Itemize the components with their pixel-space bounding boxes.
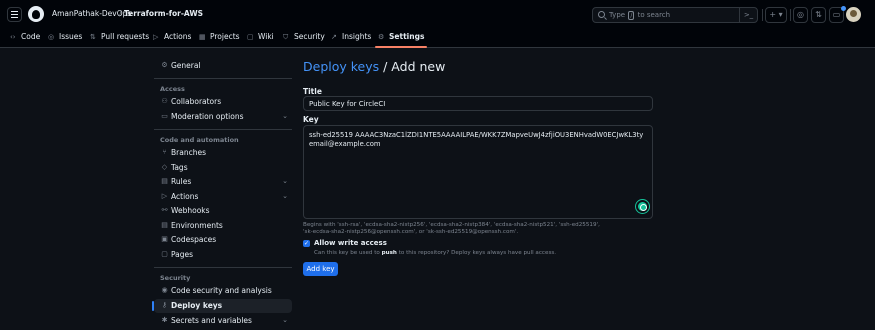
search-placeholder: Type / to search xyxy=(609,11,671,20)
chevron-down-icon: ⌄ xyxy=(282,177,288,185)
write-access-help: Can this key be used to push to this rep… xyxy=(314,250,557,256)
table-icon: ▦ xyxy=(199,33,206,41)
title-label: Title xyxy=(303,87,322,96)
graph-icon: ↗ xyxy=(331,33,337,41)
sidebar-item-general[interactable]: ⚙ General xyxy=(154,59,292,73)
tab-security[interactable]: ⛉ Security xyxy=(283,32,325,47)
tab-issues[interactable]: ◎ Issues xyxy=(48,32,82,47)
git-pull-request-icon[interactable]: ⇅ xyxy=(811,7,826,23)
search-input[interactable]: Type / to search >_ xyxy=(592,7,758,23)
key-textarea[interactable]: ssh-ed25519 AAAAC3NzaC1lZDI1NTE5AAAAILPA… xyxy=(303,125,653,219)
sidebar-item-webhooks[interactable]: ⚯ Webhooks xyxy=(154,204,292,218)
menu-icon[interactable] xyxy=(7,7,22,22)
sidebar-item-pages[interactable]: ▢ Pages xyxy=(154,248,292,262)
sidebar-item-rules[interactable]: ▤ Rules ⌄ xyxy=(154,175,292,189)
people-icon: ⚇ xyxy=(161,97,168,105)
sidebar-item-secrets[interactable]: ✱ Secrets and variables ⌄ xyxy=(154,314,292,328)
key-text-line: ssh-ed25519 AAAAC3NzaC1lZDI1NTE5AAAAILPA… xyxy=(309,131,644,139)
allow-write-access-label[interactable]: Allow write access xyxy=(314,239,387,247)
key-format-hint: 'sk-ecdsa-sha2-nistp256@openssh.com', or… xyxy=(303,229,519,235)
sidebar-heading-security: Security xyxy=(160,274,191,282)
tab-settings[interactable]: ⚙ Settings xyxy=(374,32,428,48)
code-icon: ‹› xyxy=(10,33,16,41)
repo-nav: ‹› Code ◎ Issues ⇅ Pull requests ▷ Actions ▦… xyxy=(0,28,875,48)
sidebar-item-tags[interactable]: ◇ Tags xyxy=(154,161,292,175)
deploy-keys-link[interactable]: Deploy keys xyxy=(303,59,379,74)
header-divider xyxy=(762,9,763,21)
tab-pull-requests[interactable]: ⇅ Pull requests xyxy=(90,32,149,47)
sidebar-divider xyxy=(154,78,292,79)
sidebar-item-branches[interactable]: ⑂ Branches xyxy=(154,146,292,160)
page-title: Deploy keys / Add new xyxy=(303,59,446,74)
server-icon: ▤ xyxy=(161,221,168,229)
chevron-down-icon: ⌄ xyxy=(282,316,288,324)
sidebar-item-codespaces[interactable]: ▣ Codespaces xyxy=(154,233,292,247)
header-divider xyxy=(790,9,791,21)
sidebar-item-code-security[interactable]: ◉ Code security and analysis xyxy=(154,284,292,298)
command-palette-icon[interactable]: >_ xyxy=(739,8,757,22)
slash-key-hint: / xyxy=(628,11,635,20)
webhook-icon: ⚯ xyxy=(161,206,168,214)
tab-actions[interactable]: ▷ Actions xyxy=(153,32,191,47)
key-label: Key xyxy=(303,115,319,124)
grammarly-icon[interactable] xyxy=(636,200,649,213)
codespaces-icon: ▣ xyxy=(161,235,168,243)
key-icon: ⚷ xyxy=(161,301,168,309)
sidebar-heading-code-automation: Code and automation xyxy=(160,136,239,144)
shield-icon: ⛉ xyxy=(283,33,289,41)
chevron-down-icon: ⌄ xyxy=(282,112,288,120)
tab-projects[interactable]: ▦ Projects xyxy=(199,32,240,47)
tab-code[interactable]: ‹› Code xyxy=(10,32,40,47)
tab-insights[interactable]: ↗ Insights xyxy=(331,32,371,47)
play-icon: ▷ xyxy=(161,192,168,200)
book-icon: ▢ xyxy=(247,33,254,41)
add-key-button[interactable]: Add key xyxy=(303,262,338,276)
sidebar-item-collaborators[interactable]: ⚇ Collaborators xyxy=(154,95,292,109)
git-branch-icon: ⑂ xyxy=(162,148,167,156)
issue-opened-icon[interactable]: ◎ xyxy=(793,7,808,23)
chevron-down-icon: ⌄ xyxy=(282,192,288,200)
play-icon: ▷ xyxy=(153,33,159,41)
sidebar-item-moderation[interactable]: ▭ Moderation options ⌄ xyxy=(154,110,292,124)
search-icon xyxy=(598,11,605,18)
title-field[interactable] xyxy=(303,96,653,111)
gear-icon: ⚙ xyxy=(378,33,385,41)
breadcrumb-separator: / xyxy=(119,9,122,18)
key-text-line: email@example.com xyxy=(309,140,381,148)
tag-icon: ◇ xyxy=(161,163,168,171)
browser-icon: ▢ xyxy=(161,250,168,258)
git-pull-request-icon: ⇅ xyxy=(90,33,96,41)
avatar[interactable] xyxy=(846,7,861,22)
sidebar-divider xyxy=(154,129,292,130)
sidebar-divider xyxy=(154,267,292,268)
allow-write-access-checkbox[interactable]: ✓ xyxy=(303,240,310,247)
issue-opened-icon: ◎ xyxy=(48,33,55,41)
github-logo-icon[interactable] xyxy=(28,6,44,22)
sidebar-item-deploy-keys[interactable]: ⚷ Deploy keys xyxy=(152,299,292,313)
tab-wiki[interactable]: ▢ Wiki xyxy=(247,32,274,47)
key-asterisk-icon: ✱ xyxy=(161,316,168,324)
codescan-icon: ◉ xyxy=(161,286,168,294)
key-format-hint: Begins with 'ssh-rsa', 'ecdsa-sha2-nistp… xyxy=(303,222,600,228)
create-new-button[interactable]: + ▾ xyxy=(765,7,787,23)
notification-indicator xyxy=(841,6,846,11)
sidebar-item-environments[interactable]: ▤ Environments xyxy=(154,219,292,233)
comment-discussion-icon: ▭ xyxy=(161,112,168,120)
global-header: AmanPathak-DevOps / Terraform-for-AWS Ty… xyxy=(0,0,875,28)
repo-rules-icon: ▤ xyxy=(161,177,168,185)
gear-icon: ⚙ xyxy=(161,61,168,69)
sidebar-item-actions[interactable]: ▷ Actions ⌄ xyxy=(154,190,292,204)
breadcrumb-repo[interactable]: Terraform-for-AWS xyxy=(124,9,203,18)
sidebar-heading-access: Access xyxy=(160,85,185,93)
